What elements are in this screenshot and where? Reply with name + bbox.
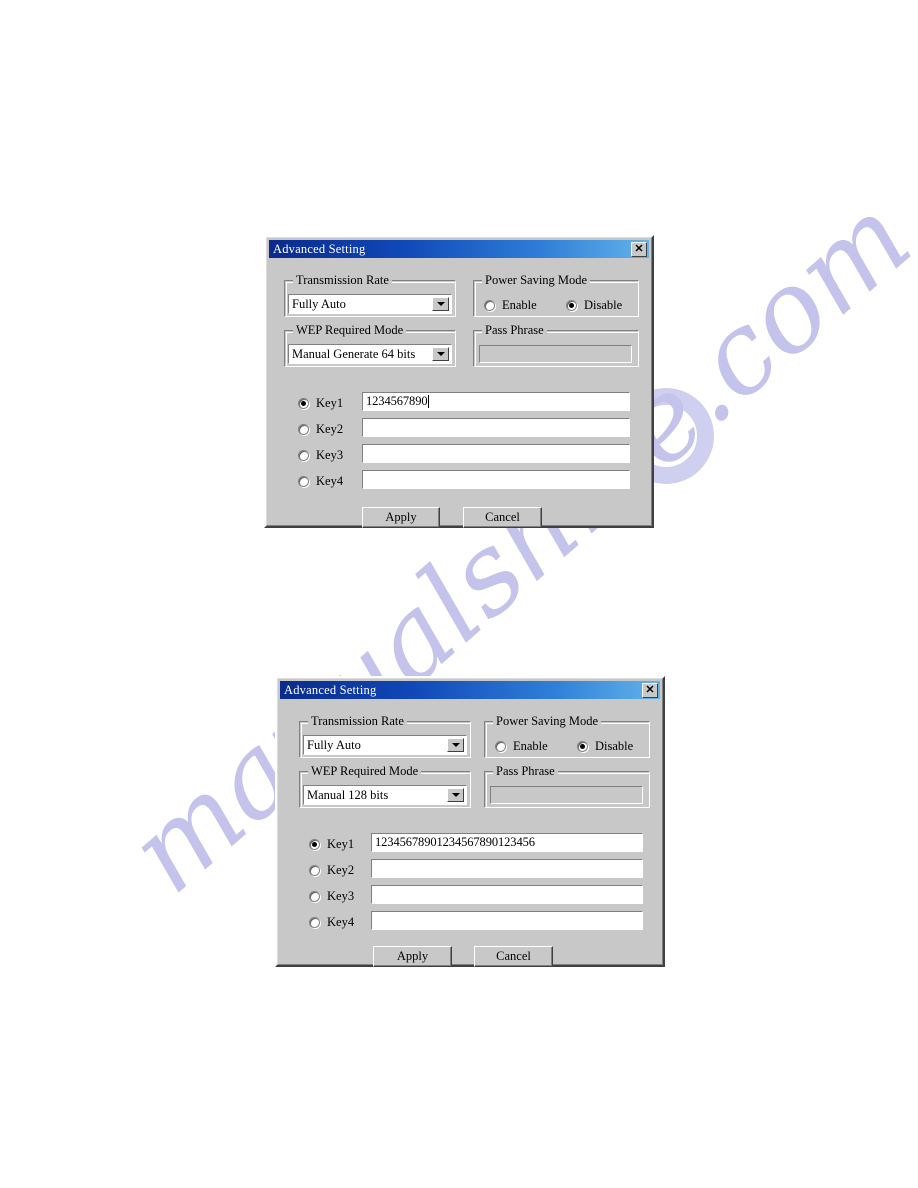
key1-value: 1234567890 [366, 394, 428, 408]
radio-icon-key3[interactable] [298, 450, 309, 461]
key2-radio-row[interactable]: Key2 [309, 863, 354, 878]
key1-value: 12345678901234567890123456 [375, 835, 535, 849]
key4-label: Key4 [316, 474, 344, 488]
radio-icon-key2[interactable] [309, 865, 320, 876]
radio-icon-key1[interactable] [298, 398, 309, 409]
radio-icon-key3[interactable] [309, 891, 320, 902]
group-label-power-saving-mode: Power Saving Mode [493, 714, 602, 729]
cancel-button[interactable]: Cancel [474, 946, 553, 967]
key3-label: Key3 [316, 448, 344, 462]
power-saving-disable-option[interactable]: Disable [577, 739, 633, 754]
wep-required-mode-select[interactable]: Manual 128 bits [303, 785, 467, 805]
chevron-down-icon[interactable] [432, 347, 449, 361]
key4-label: Key4 [327, 915, 355, 929]
close-icon[interactable]: ✕ [631, 241, 647, 257]
key1-input[interactable]: 1234567890 [362, 392, 630, 411]
radio-icon-disable[interactable] [566, 300, 577, 311]
chevron-down-icon[interactable] [432, 297, 449, 311]
power-saving-disable-option[interactable]: Disable [566, 298, 622, 313]
dialog-title: Advanced Setting [273, 242, 366, 256]
key3-input[interactable] [362, 444, 630, 463]
chevron-down-icon[interactable] [447, 738, 464, 752]
chevron-down-icon[interactable] [447, 788, 464, 802]
wep-required-mode-value: Manual Generate 64 bits [292, 346, 416, 361]
pass-phrase-input[interactable] [479, 345, 632, 363]
dialog-frame: Advanced Setting ✕ Transmission Rate Ful… [277, 678, 663, 967]
key2-label: Key2 [316, 422, 344, 436]
pass-phrase-input[interactable] [490, 786, 643, 804]
apply-button[interactable]: Apply [362, 507, 440, 528]
key1-input[interactable]: 12345678901234567890123456 [371, 833, 643, 852]
key3-label: Key3 [327, 889, 355, 903]
dialog-titlebar[interactable]: Advanced Setting ✕ [280, 681, 660, 699]
dialog-title: Advanced Setting [284, 683, 377, 697]
key2-input[interactable] [362, 418, 630, 437]
text-caret [427, 395, 429, 408]
key1-label: Key1 [316, 396, 344, 410]
radio-icon-key4[interactable] [309, 917, 320, 928]
key2-label: Key2 [327, 863, 355, 877]
group-label-wep-required-mode: WEP Required Mode [293, 323, 407, 338]
transmission-rate-select[interactable]: Fully Auto [288, 294, 452, 314]
wep-required-mode-value: Manual 128 bits [307, 787, 389, 802]
group-label-transmission-rate: Transmission Rate [293, 273, 392, 288]
key1-radio-row[interactable]: Key1 [298, 396, 343, 411]
group-label-transmission-rate: Transmission Rate [308, 714, 407, 729]
wep-required-mode-select[interactable]: Manual Generate 64 bits [288, 344, 452, 364]
group-label-power-saving-mode: Power Saving Mode [482, 273, 591, 288]
radio-icon-enable[interactable] [484, 300, 495, 311]
cancel-button[interactable]: Cancel [463, 507, 542, 528]
dialog-body: Transmission Rate Fully Auto Power Savin… [267, 258, 651, 528]
key2-input[interactable] [371, 859, 643, 878]
radio-icon-key4[interactable] [298, 476, 309, 487]
key3-radio-row[interactable]: Key3 [298, 448, 343, 463]
key4-input[interactable] [371, 911, 643, 930]
power-saving-disable-label: Disable [584, 298, 623, 312]
advanced-setting-dialog-2[interactable]: Advanced Setting ✕ Transmission Rate Ful… [275, 676, 665, 967]
close-icon[interactable]: ✕ [642, 682, 658, 698]
key2-radio-row[interactable]: Key2 [298, 422, 343, 437]
key1-radio-row[interactable]: Key1 [309, 837, 354, 852]
radio-icon-key2[interactable] [298, 424, 309, 435]
transmission-rate-select[interactable]: Fully Auto [303, 735, 467, 755]
power-saving-enable-option[interactable]: Enable [484, 298, 537, 313]
group-label-pass-phrase: Pass Phrase [482, 323, 547, 338]
key3-radio-row[interactable]: Key3 [309, 889, 354, 904]
key3-input[interactable] [371, 885, 643, 904]
transmission-rate-value: Fully Auto [292, 296, 346, 311]
group-label-wep-required-mode: WEP Required Mode [308, 764, 422, 779]
power-saving-enable-label: Enable [513, 739, 548, 753]
power-saving-disable-label: Disable [595, 739, 634, 753]
key1-label: Key1 [327, 837, 355, 851]
radio-icon-key1[interactable] [309, 839, 320, 850]
key4-radio-row[interactable]: Key4 [298, 474, 343, 489]
dialog-body: Transmission Rate Fully Auto Power Savin… [278, 699, 662, 967]
apply-button[interactable]: Apply [373, 946, 452, 967]
power-saving-enable-option[interactable]: Enable [495, 739, 548, 754]
power-saving-enable-label: Enable [502, 298, 537, 312]
page-watermark: manualshive.com [0, 0, 918, 1188]
advanced-setting-dialog-1[interactable]: Advanced Setting ✕ Transmission Rate Ful… [264, 235, 654, 528]
transmission-rate-value: Fully Auto [307, 737, 361, 752]
radio-icon-disable[interactable] [577, 741, 588, 752]
dialog-titlebar[interactable]: Advanced Setting ✕ [269, 240, 649, 258]
dialog-frame: Advanced Setting ✕ Transmission Rate Ful… [266, 237, 652, 528]
group-label-pass-phrase: Pass Phrase [493, 764, 558, 779]
key4-input[interactable] [362, 470, 630, 489]
radio-icon-enable[interactable] [495, 741, 506, 752]
key4-radio-row[interactable]: Key4 [309, 915, 354, 930]
